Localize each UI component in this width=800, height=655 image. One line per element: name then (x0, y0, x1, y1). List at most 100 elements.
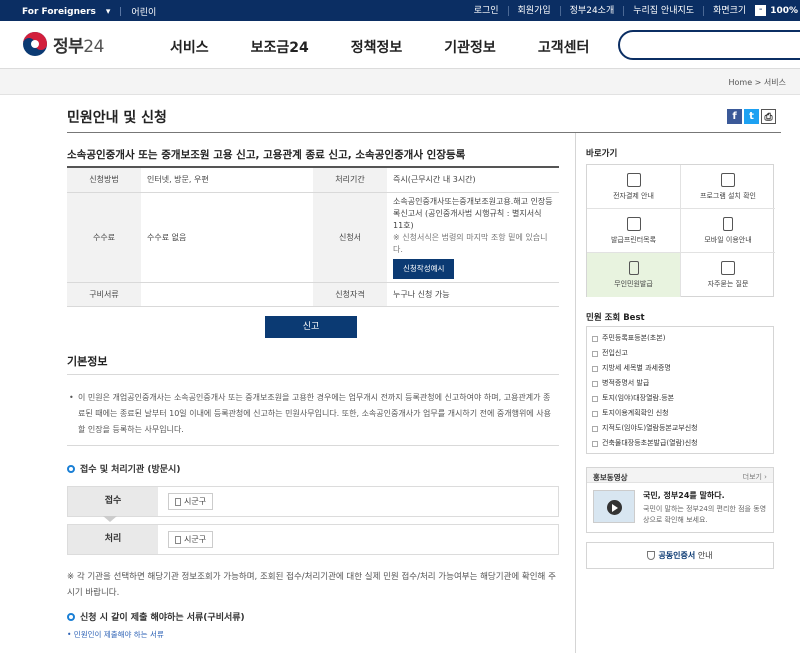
receive-agency-value: 시군구 (184, 497, 207, 506)
main-nav: 서비스 보조금24 정책정보 기관정보 고객센터 (170, 37, 631, 57)
page-title: 민원안내 및 신청 (67, 110, 167, 126)
promo-video-box: 홍보동영상 더보기 › 국민, 정부24를 말하다. 국민이 말하는 정부24의… (586, 467, 774, 533)
eligibility-value: 누구나 신청 가능 (387, 282, 559, 307)
gov24-logo[interactable]: 정부24 (22, 31, 104, 57)
divider (67, 374, 559, 375)
best-item-label: 토지(임야)대장열람.등본 (602, 394, 675, 402)
best-item-label: 전입신고 (602, 349, 628, 357)
best-item-label: 병적증명서 발급 (602, 379, 650, 387)
process-label: 처리 (68, 525, 158, 554)
quick-program-check[interactable]: 프로그램 설치 확인 (681, 165, 775, 209)
cert-label: 공동인증서 (658, 551, 696, 560)
play-icon (607, 500, 622, 515)
nav-services[interactable]: 서비스 (170, 37, 209, 57)
kids-link[interactable]: 어린이 (131, 5, 156, 18)
doc-icon (592, 425, 598, 432)
eligibility-label: 신청자격 (313, 282, 387, 307)
twitter-icon[interactable]: t (744, 109, 759, 124)
required-docs-value (141, 282, 313, 307)
receive-agency-row: 접수 시군구 (67, 486, 559, 517)
column-divider (575, 133, 576, 653)
best-list: 주민등록표등본(초본) 전입신고 지방세 세목별 과세증명 병적증명서 발급 토… (586, 326, 774, 454)
application-form-label: 신청서 (313, 192, 387, 283)
list-item[interactable]: 전입신고 (592, 346, 773, 361)
top-utility-bar: For Foreigners ▾ 어린이 로그인 회원가입 정부24소개 누리집… (0, 0, 800, 21)
title-divider (67, 132, 781, 133)
breadcrumb-bar: Home > 서비스 (0, 69, 800, 95)
list-item[interactable]: 지방세 세목별 과세증명 (592, 361, 773, 376)
service-title: 소속공인중개사 또는 중개보조원 고용 신고, 고용관계 종료 신고, 소속공인… (67, 149, 466, 161)
promo-more-link[interactable]: 더보기 › (743, 472, 767, 482)
login-link[interactable]: 로그인 (465, 6, 508, 16)
basic-info-text: 이 민원은 개업공인중개사는 소속공인중개사 또는 중개보조원을 고용한 경우에… (69, 390, 556, 438)
apply-button[interactable]: 신고 (265, 316, 357, 338)
doc-icon (592, 380, 598, 387)
sitemap-link[interactable]: 누리집 안내지도 (623, 5, 703, 16)
zoom-out-button[interactable]: - (755, 5, 767, 16)
main-header: 정부24 서비스 보조금24 정책정보 기관정보 고객센터 (0, 21, 800, 69)
promo-title: 홍보동영상 (593, 473, 628, 482)
quick-label: 무인민원발급 (614, 280, 653, 288)
applicant-docs-link[interactable]: • 민원인이 제출해야 하는 서류 (67, 629, 164, 640)
process-agency-value: 시군구 (184, 535, 207, 544)
nav-policy[interactable]: 정책정보 (351, 37, 403, 57)
list-item[interactable]: 토지(임야)대장열람.등본 (592, 391, 773, 406)
doc-icon (592, 365, 598, 372)
application-form-name[interactable]: 소속공인중개사또는중개보조원고용.해고 인장등록신고서 (공인중개사법 시행규칙… (393, 196, 553, 232)
kiosk-icon (628, 261, 639, 275)
circle-bullet-icon (67, 612, 75, 621)
apply-method-value: 인터넷, 방문, 우편 (141, 167, 313, 193)
quick-label: 프로그램 설치 확인 (700, 192, 756, 200)
list-item[interactable]: 지적도(임야도)열람등본교부신청 (592, 421, 773, 436)
quick-payment-guide[interactable]: 전자결제 안내 (587, 165, 681, 209)
process-agency-button[interactable]: 시군구 (168, 531, 214, 548)
logo-text: 정부 (53, 36, 84, 57)
divider (67, 445, 559, 446)
promo-video-thumbnail[interactable] (593, 490, 635, 523)
list-item[interactable]: 토지이용계획확인 신청 (592, 406, 773, 421)
quick-label: 모바일 이용안내 (704, 236, 752, 244)
print-icon[interactable]: ⎙ (761, 109, 776, 124)
doc-icon (592, 335, 598, 342)
search-input[interactable] (618, 30, 800, 60)
list-item[interactable]: 주민등록표등본(초본) (592, 331, 773, 346)
doc-icon (592, 410, 598, 417)
basic-info-heading: 기본정보 (67, 355, 108, 368)
best-item-label: 지적도(임야도)열람등본교부신청 (602, 424, 698, 432)
table-row: 수수료 수수료 없음 신청서 소속공인중개사또는중개보조원고용.해고 인장등록신… (67, 192, 559, 283)
promo-headline[interactable]: 국민, 정부24를 말하다. (643, 490, 725, 501)
quick-printer-list[interactable]: 발급프린터목록 (587, 209, 681, 253)
for-foreigners-link[interactable]: For Foreigners (22, 7, 96, 17)
share-buttons: f t ⎙ (727, 109, 776, 124)
nav-agency[interactable]: 기관정보 (444, 37, 496, 57)
table-row: 구비서류 신청자격 누구나 신청 가능 (67, 282, 559, 307)
application-example-button[interactable]: 신청작성예시 (393, 258, 455, 279)
breadcrumb[interactable]: Home > 서비스 (729, 77, 787, 88)
quick-label: 발급프린터목록 (610, 236, 657, 244)
quick-label: 전자결제 안내 (613, 192, 654, 200)
receive-agency-button[interactable]: 시군구 (168, 493, 214, 510)
nav-subsidy24[interactable]: 보조금24 (251, 37, 309, 57)
best-item-label: 토지이용계획확인 신청 (602, 409, 669, 417)
printer-icon (626, 217, 641, 231)
quick-mobile-guide[interactable]: 모바일 이용안내 (681, 209, 775, 253)
facebook-icon[interactable]: f (727, 109, 742, 124)
nav-support[interactable]: 고객센터 (538, 37, 590, 57)
promo-description: 국민이 말하는 정부24의 편리한 점을 동영상으로 확인해 보세요. (643, 505, 767, 524)
list-item[interactable]: 건축물대장등초본발급(열람)신청 (592, 436, 773, 451)
receive-label: 접수 (68, 487, 158, 516)
certificate-guide-button[interactable]: 공동인증서 안내 (586, 542, 774, 569)
best-item-label: 건축물대장등초본발급(열람)신청 (602, 439, 698, 447)
about-link[interactable]: 정부24소개 (559, 5, 624, 16)
signup-link[interactable]: 회원가입 (507, 5, 560, 16)
quick-faq[interactable]: 자주묻는 질문 (681, 253, 775, 297)
quick-kiosk[interactable]: 무인민원발급 (587, 253, 681, 297)
processing-time-value: 즉시(근무시간 내 3시간) (387, 167, 559, 193)
list-item[interactable]: 병적증명서 발급 (592, 376, 773, 391)
processing-time-label: 처리기간 (313, 167, 387, 193)
fee-label: 수수료 (67, 192, 141, 283)
agency-note: ※ 각 기관을 선택하면 해당기관 정보조회가 가능하며, 조회된 접수/처리기… (67, 572, 556, 598)
required-docs-label: 구비서류 (67, 282, 141, 307)
docs-heading-text: 신청 시 같이 제출 해야하는 서류(구비서류) (80, 613, 245, 623)
mobile-icon (723, 217, 733, 231)
